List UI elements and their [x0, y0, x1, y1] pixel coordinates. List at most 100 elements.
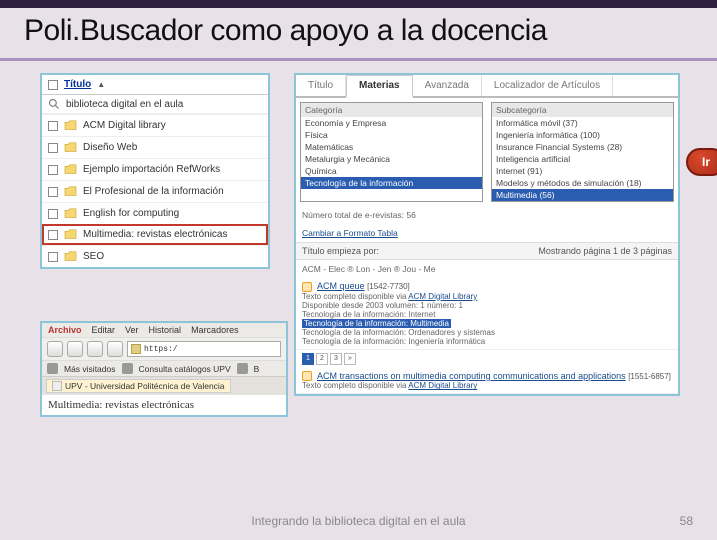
row-checkbox[interactable] [48, 252, 58, 262]
subcategory-option[interactable]: Modelos y métodos de simulación (18) [492, 177, 673, 189]
menu-item[interactable]: Editar [92, 325, 116, 335]
sort-arrow-icon[interactable]: ▲ [97, 80, 105, 89]
folder-name: El Profesional de la información [83, 186, 224, 197]
folder-row[interactable]: ACM Digital library [42, 114, 268, 136]
menu-item[interactable]: Historial [149, 325, 182, 335]
bookmark-icon [122, 363, 133, 374]
tab-titulo[interactable]: Título [296, 76, 346, 96]
bookmark-item[interactable]: Más visitados [64, 364, 116, 374]
page-heading: Multimedia: revistas electrónicas [42, 395, 286, 415]
home-button[interactable] [107, 341, 123, 357]
result-entry: ACM transactions on multimedia computing… [296, 368, 678, 395]
column-header-title[interactable]: Título [64, 79, 91, 90]
forward-button[interactable] [67, 341, 83, 357]
menu-item[interactable]: Ver [125, 325, 139, 335]
menu-item[interactable]: Archivo [48, 325, 82, 335]
row-checkbox[interactable] [48, 209, 58, 219]
footer-center: Integrando la biblioteca digital en el a… [251, 514, 465, 528]
select-all-checkbox[interactable] [48, 80, 58, 90]
folder-name: English for computing [83, 208, 179, 219]
entry-title-link[interactable]: ACM transactions on multimedia computing… [317, 371, 626, 381]
ejournal-icon [302, 282, 312, 292]
provider-link[interactable]: ACM Digital Library [408, 381, 477, 390]
total-count: Número total de e-revistas: 56 [296, 206, 678, 224]
tab-avanzada[interactable]: Avanzada [413, 76, 482, 96]
row-checkbox[interactable] [48, 121, 58, 131]
folder-row[interactable]: Ejemplo importación RefWorks [42, 158, 268, 180]
reload-button[interactable] [87, 341, 103, 357]
subcategory-option[interactable]: Multimedia (56) [492, 189, 673, 201]
address-bar[interactable]: https:/ [127, 341, 281, 357]
folder-name: SEO [83, 251, 104, 262]
folder-row[interactable]: English for computing [42, 202, 268, 224]
page-title: Poli.Buscador como apoyo a la docencia [24, 14, 693, 48]
page-2[interactable]: 2 [316, 353, 328, 365]
row-checkbox[interactable] [48, 165, 58, 175]
category-option[interactable]: Economía y Empresa [301, 117, 482, 129]
folder-name: Diseño Web [83, 142, 137, 153]
bookmark-item[interactable]: B [254, 364, 260, 374]
category-option[interactable]: Física [301, 129, 482, 141]
change-format-link[interactable]: Cambiar a Formato Tabla [302, 228, 398, 238]
category-option[interactable]: Matemáticas [301, 141, 482, 153]
folder-row[interactable]: SEO [42, 245, 268, 267]
category-option[interactable]: Tecnología de la información [301, 177, 482, 189]
row-checkbox[interactable] [48, 230, 58, 240]
listing-left-label: Título empieza por: [302, 246, 379, 256]
entry-issn: [1551-6857] [628, 372, 671, 381]
menu-item[interactable]: Marcadores [191, 325, 239, 335]
folder-name: ACM Digital library [83, 120, 166, 131]
entry-tag-selected: Tecnología de la información: Multimedia [302, 319, 451, 328]
folder-row[interactable]: Multimedia: revistas electrónicas [42, 224, 268, 245]
folder-name: Multimedia: revistas electrónicas [83, 229, 228, 240]
page-3[interactable]: 3 [330, 353, 342, 365]
alpha-nav[interactable]: ACM - Elec ® Lon - Jen ® Jou - Me [296, 260, 678, 278]
bookmark-icon [237, 363, 248, 374]
entry-since: Disponible desde 2003 volumen: 1 número:… [302, 301, 672, 310]
entry-tag: Tecnología de la información: Ingeniería… [302, 337, 672, 346]
entry-issn: [1542-7730] [367, 282, 410, 291]
folder-row[interactable]: Diseño Web [42, 136, 268, 158]
bookmark-icon [47, 363, 58, 374]
entry-tag: Tecnología de la información: Ordenadore… [302, 328, 672, 337]
subcategory-option[interactable]: Informática móvil (37) [492, 117, 673, 129]
tab-localizador[interactable]: Localizador de Artículos [482, 76, 613, 96]
row-checkbox[interactable] [48, 143, 58, 153]
slide-number: 58 [466, 514, 693, 528]
bookmark-item[interactable]: Consulta catálogos UPV [139, 364, 231, 374]
page-1[interactable]: 1 [302, 353, 314, 365]
tab-favicon-icon [52, 381, 62, 391]
subcategory-option[interactable]: Internet (91) [492, 165, 673, 177]
category-header: Categoría [301, 103, 482, 117]
go-button[interactable]: Ir [686, 148, 717, 176]
provider-link[interactable]: ACM Digital Library [408, 292, 477, 301]
subcategory-listbox[interactable]: Subcategoría Informática móvil (37)Ingen… [491, 102, 674, 202]
category-listbox[interactable]: Categoría Economía y EmpresaFísicaMatemá… [300, 102, 483, 202]
ejournal-icon [302, 371, 312, 381]
subcategory-option[interactable]: Ingeniería informática (100) [492, 129, 673, 141]
category-option[interactable]: Metalurgia y Mecánica [301, 153, 482, 165]
result-entry: ACM queue [1542-7730] Texto completo dis… [296, 278, 678, 350]
browser-window: Archivo Editar Ver Historial Marcadores … [40, 321, 288, 417]
folder-icon [64, 142, 77, 153]
browser-tab[interactable]: UPV - Universidad Politécnica de Valenci… [46, 379, 231, 393]
category-option[interactable]: Química [301, 165, 482, 177]
back-button[interactable] [47, 341, 63, 357]
pagination: 1 2 3 » [296, 350, 678, 368]
row-checkbox[interactable] [48, 187, 58, 197]
folder-icon [64, 251, 77, 262]
subcategory-header: Subcategoría [492, 103, 673, 117]
folder-row[interactable]: El Profesional de la información [42, 180, 268, 202]
page-next[interactable]: » [344, 353, 356, 365]
search-text: biblioteca digital en el aula [66, 99, 183, 110]
favicon-icon [131, 344, 141, 354]
listing-page-info: Mostrando página 1 de 3 páginas [538, 246, 672, 256]
catalog-panel: Título Materias Avanzada Localizador de … [294, 73, 680, 396]
entry-title-link[interactable]: ACM queue [317, 281, 365, 291]
folder-icon [64, 186, 77, 197]
entry-availability: Texto completo disponible via ACM Digita… [302, 292, 672, 301]
subcategory-option[interactable]: Insurance Financial Systems (28) [492, 141, 673, 153]
search-row: biblioteca digital en el aula [42, 95, 268, 114]
tab-materias[interactable]: Materias [346, 75, 413, 98]
subcategory-option[interactable]: Inteligencia artificial [492, 153, 673, 165]
